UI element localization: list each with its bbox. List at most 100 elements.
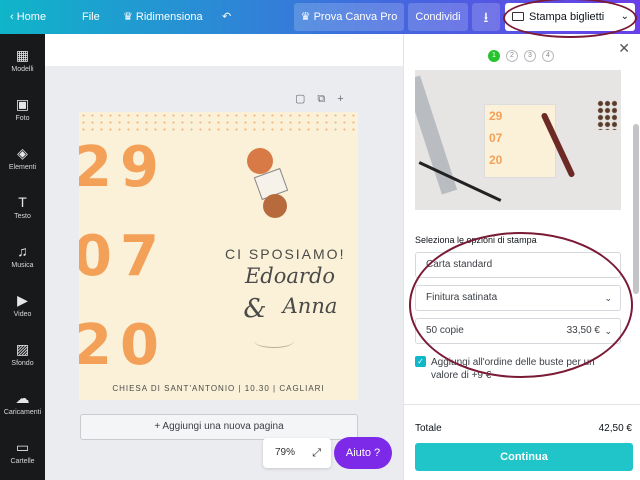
step-indicator: 1234 (488, 44, 560, 62)
music-icon: ♫ (17, 243, 28, 259)
envelope-icon (512, 12, 524, 21)
sidebar-item-text[interactable]: T Testo (0, 185, 45, 233)
elements-icon: ◈ (17, 145, 28, 161)
sidebar-item-label: Caricamenti (3, 409, 42, 416)
chevron-down-icon: ⌄ (604, 293, 612, 303)
zoom-level: 79% (275, 447, 296, 458)
finish-select[interactable]: Finitura satinata ⌄ (415, 285, 621, 311)
zoom-control[interactable]: 79% ⤢ (263, 438, 331, 468)
chevron-down-icon: ⌄ (604, 326, 612, 336)
name-edoardo: Edoardo (244, 264, 336, 288)
step-4: 4 (542, 50, 554, 62)
help-button[interactable]: Aiuto ? (334, 437, 392, 469)
sidebar-item-label: Foto (15, 115, 30, 122)
paper-value: Carta standard (426, 259, 493, 270)
canvas-toolbar (45, 34, 403, 66)
design-card[interactable]: 29 07 20 CI SPOSIAMO! Edoardo & Anna CHI… (79, 112, 358, 400)
page-tools: ▢ ⧉ + (295, 92, 356, 106)
sidebar-item-label: Sfondo (11, 360, 34, 367)
venue-line: CHIESA DI SANT'ANTONIO | 10.30 | CAGLIAR… (112, 384, 325, 393)
add-page-icon[interactable]: + (337, 93, 343, 105)
sidebar-item-label: Modelli (11, 66, 34, 73)
step-1: 1 (488, 50, 500, 62)
sprig-decoration (254, 334, 294, 348)
product-preview: 29 07 20 (415, 70, 621, 210)
text-icon: T (18, 194, 27, 210)
copies-select[interactable]: 50 copie 33,50 € ⌄ (415, 318, 621, 344)
add-page-button[interactable]: + Aggiungi una nuova pagina (80, 414, 358, 440)
close-icon[interactable]: ✕ (618, 40, 630, 57)
print-panel: 1234 ✕ 29 07 20 Seleziona le opzioni di … (403, 34, 640, 480)
date-day: 29 (79, 135, 167, 200)
expand-icon[interactable]: ⤢ (312, 438, 321, 468)
sidebar-item-video[interactable]: ▶ Video (0, 283, 45, 331)
try-pro-button[interactable]: ♛ Prova Canva Pro (294, 3, 404, 31)
panel-scrollbar[interactable] (633, 124, 639, 294)
sidebar-item-templates[interactable]: ▦ Modelli (0, 38, 45, 86)
share-button[interactable]: Condividi (408, 3, 468, 31)
preview-date-day: 29 (489, 109, 503, 123)
envelopes-checkbox[interactable]: ✓ (415, 356, 426, 367)
print-cards-label: Stampa biglietti (529, 11, 605, 23)
sidebar-item-label: Elementi (8, 164, 37, 171)
home-label: Home (16, 11, 47, 23)
upload-cloud-icon: ☁ (15, 390, 30, 406)
copies-price: 33,50 € (566, 325, 600, 336)
home-button[interactable]: ‹ Home (10, 0, 46, 34)
crown-icon: ♛ (123, 11, 136, 23)
paper-select[interactable]: Carta standard (415, 252, 621, 278)
chevron-left-icon: ‹ (10, 11, 17, 23)
undo-icon[interactable]: ↶ (222, 0, 231, 34)
try-pro-label: Prova Canva Pro (313, 11, 398, 23)
groom-head (263, 194, 287, 218)
confetti-decoration (79, 112, 358, 134)
crown-icon: ♛ (300, 11, 314, 23)
top-bar: ‹ Home File ♛ Ridimensiona ↶ ♛ Prova Can… (0, 0, 640, 34)
sidebar-item-folders[interactable]: ▭ Cartelle (0, 430, 45, 478)
download-icon[interactable]: ⭳ (472, 3, 500, 31)
print-cards-button[interactable]: Stampa biglietti ⌄ (505, 3, 635, 31)
sidebar-item-elements[interactable]: ◈ Elementi (0, 136, 45, 184)
sidebar-item-background[interactable]: ▨ Sfondo (0, 332, 45, 380)
chevron-down-icon: ⌄ (620, 11, 629, 22)
print-options-label: Seleziona le opzioni di stampa (415, 235, 537, 245)
coffee-beans-image (597, 100, 617, 130)
resize-label: Ridimensiona (135, 11, 203, 23)
photo-icon: ▣ (15, 96, 30, 112)
step-2: 2 (506, 50, 518, 62)
sidebar-item-uploads[interactable]: ☁ Caricamenti (0, 381, 45, 429)
name-anna: Anna (282, 294, 338, 318)
sidebar-item-photos[interactable]: ▣ Foto (0, 87, 45, 135)
bride-head (247, 148, 273, 174)
background-icon: ▨ (15, 341, 30, 357)
date-year: 20 (79, 313, 167, 378)
headline: CI SPOSIAMO! (225, 246, 346, 262)
folder-icon: ▭ (15, 439, 30, 455)
preview-date-month: 07 (489, 131, 503, 145)
sidebar-item-label: Video (13, 311, 32, 318)
file-menu[interactable]: File (82, 0, 100, 34)
sidebar-item-label: Cartelle (10, 458, 35, 465)
finish-value: Finitura satinata (426, 292, 498, 303)
sidebar-item-label: Musica (11, 262, 34, 269)
ampersand: & (243, 294, 267, 324)
resize-button[interactable]: ♛ Ridimensiona (123, 0, 203, 34)
envelopes-option[interactable]: ✓ Aggiungi all'ordine delle buste per un… (415, 356, 605, 382)
sidebar-item-label: Testo (14, 213, 31, 220)
note-icon[interactable]: ▢ (295, 93, 305, 105)
step-3: 3 (524, 50, 536, 62)
copies-value: 50 copie (426, 325, 464, 336)
templates-icon: ▦ (15, 47, 30, 63)
continue-button[interactable]: Continua (415, 443, 633, 471)
left-sidebar: ▦ Modelli ▣ Foto ◈ Elementi T Testo ♫ Mu… (0, 34, 45, 480)
total-label: Totale (415, 423, 442, 434)
sidebar-item-music[interactable]: ♫ Musica (0, 234, 45, 282)
total-value: 42,50 € (598, 423, 632, 434)
date-month: 07 (79, 224, 167, 289)
couple-illustration (239, 142, 299, 227)
video-icon: ▶ (17, 292, 28, 308)
envelopes-label: Aggiungi all'ordine delle buste per un v… (431, 357, 595, 381)
totals-footer: Totale 42,50 € Continua (404, 404, 640, 480)
preview-date-year: 20 (489, 153, 503, 167)
duplicate-page-icon[interactable]: ⧉ (317, 93, 325, 105)
